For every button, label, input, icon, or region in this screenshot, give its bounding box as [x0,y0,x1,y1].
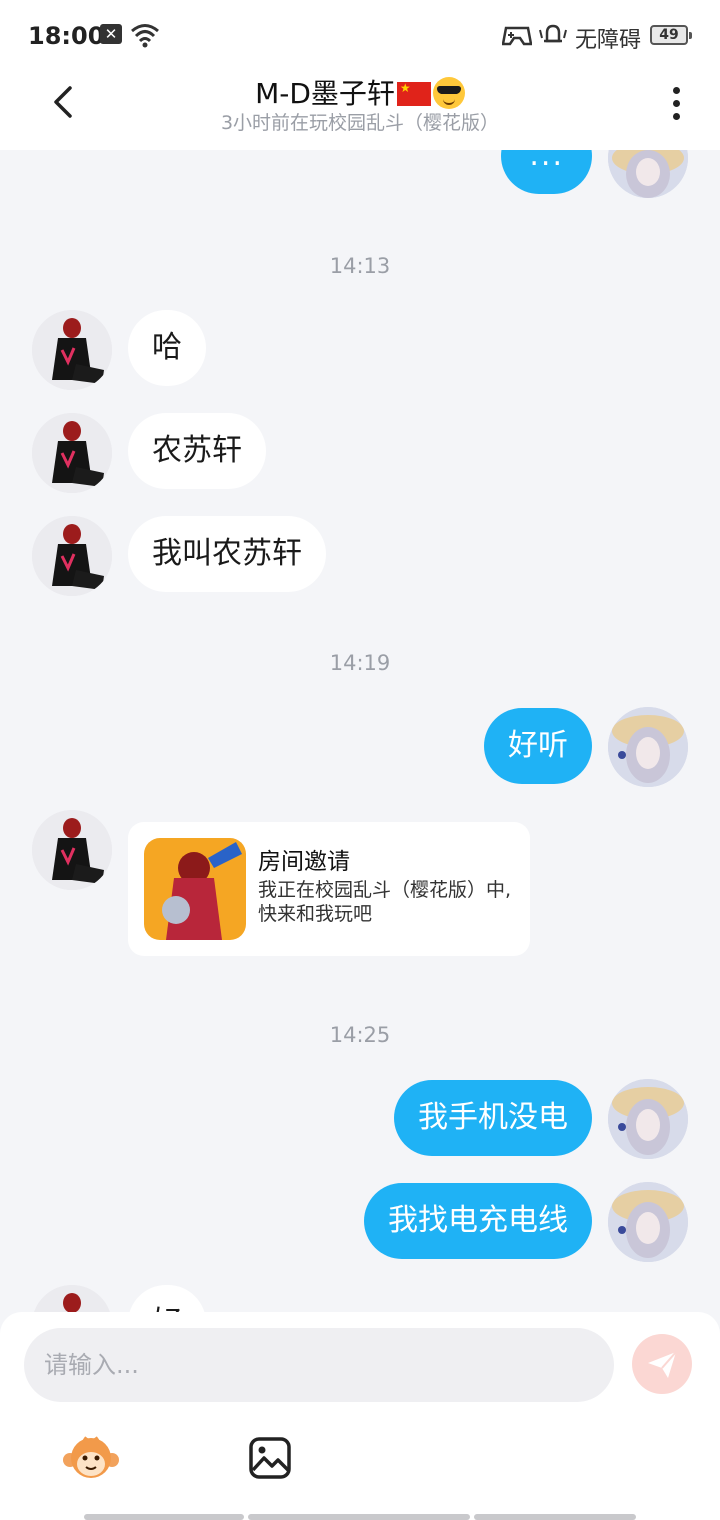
my-avatar[interactable] [608,1079,688,1159]
status-bar: 18:00 ✕ 无障碍 49 [0,0,720,72]
contact-avatar[interactable] [32,413,112,493]
emoji-button[interactable] [62,1434,120,1482]
contact-name: M-D墨子轩 [255,77,395,110]
status-time: 18:00 [28,22,105,50]
monkey-emoji-icon [63,1436,119,1478]
my-avatar[interactable] [608,150,688,198]
more-vertical-icon[interactable] [662,84,690,124]
message-bubble-outgoing[interactable]: 我手机没电 [394,1080,592,1156]
nav-bar-segment [248,1514,470,1520]
timestamp: 14:19 [329,651,391,675]
send-button[interactable] [632,1334,692,1394]
image-icon[interactable] [248,1436,292,1480]
paper-plane-icon [648,1351,677,1378]
nav-bar-segment [474,1514,636,1520]
notification-close-icon: ✕ [100,24,122,44]
wifi-icon [131,24,159,48]
vibrate-bell-icon [539,24,567,43]
my-avatar[interactable] [608,1182,688,1262]
message-bubble-outgoing[interactable]: 我找电充电线 [364,1183,592,1259]
chat-title: M-D墨子轩 [0,72,720,112]
contact-avatar[interactable] [32,516,112,596]
accessibility-label: 无障碍 [575,28,642,53]
china-flag-icon [396,81,431,106]
contact-avatar[interactable] [32,810,112,890]
message-bubble-outgoing[interactable]: ... [501,150,592,194]
contact-status: 3小时前在玩校园乱斗（樱花版） [220,112,500,134]
message-bubble-outgoing[interactable]: 好听 [484,708,592,784]
game-controller-icon [502,26,532,46]
game-thumbnail [144,838,246,940]
message-bubble-incoming[interactable]: 农苏轩 [128,413,266,489]
timestamp: 14:13 [329,254,391,278]
message-list[interactable]: ... 14:13 哈 农苏轩 我叫农苏轩 14:19 好听 房间邀请 我正在校… [0,150,720,1312]
battery-icon: 49 [650,25,692,45]
my-avatar[interactable] [608,707,688,787]
sunglasses-emoji-icon [432,77,465,109]
nav-bar-segment [84,1514,244,1520]
message-bubble-incoming[interactable]: 我叫农苏轩 [128,516,326,592]
invite-title: 房间邀请 [258,849,350,875]
chat-header: M-D墨子轩 3小时前在玩校园乱斗（樱花版） [0,72,720,150]
contact-avatar[interactable] [32,310,112,390]
room-invite-card[interactable]: 房间邀请 我正在校园乱斗（樱花版）中, 快来和我玩吧 [128,822,530,956]
invite-description: 我正在校园乱斗（樱花版）中, 快来和我玩吧 [258,879,512,925]
message-input[interactable] [24,1328,614,1402]
message-bubble-incoming[interactable]: 好 [128,1285,206,1312]
message-bubble-incoming[interactable]: 哈 [128,310,206,386]
contact-avatar[interactable] [32,1285,112,1312]
input-panel [0,1312,720,1520]
timestamp: 14:25 [329,1023,391,1047]
